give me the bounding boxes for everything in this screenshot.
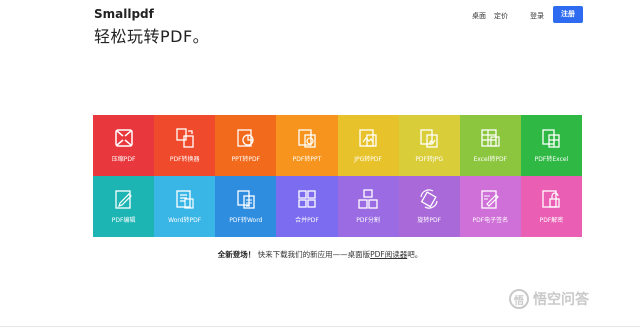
compress-icon — [114, 129, 133, 147]
sign-icon — [481, 190, 500, 209]
tool-label: Word转PDF — [168, 217, 202, 224]
pdf-word-icon — [237, 190, 255, 209]
convert-icon — [176, 128, 194, 148]
tool-tile[interactable]: Excel转PDF — [459, 115, 521, 176]
pdf-jpg-icon — [420, 129, 438, 148]
tool-label: JPG转PDF — [354, 156, 382, 163]
footer-divider — [0, 326, 640, 327]
tool-label: PDF转Excel — [534, 156, 569, 163]
tool-tile[interactable]: PDF转Word — [215, 176, 277, 237]
promo-bold: 全新登场！ — [217, 250, 256, 259]
tool-tile[interactable]: PDF转PPT — [276, 115, 338, 176]
tool-tile[interactable]: PDF分割 — [337, 176, 399, 237]
tool-tile[interactable]: PPT转PDF — [215, 115, 277, 176]
tool-label: PDF电子签名 — [472, 217, 509, 224]
watermark-text: 悟空问答 — [533, 292, 589, 308]
tool-label: PDF转Word — [229, 217, 263, 224]
tool-grid: 压缩PDF PDF转换器 PPT转PDF PDF转PPT JPG转PDF PDF转JPG E… — [93, 115, 582, 237]
tool-label: PPT转PDF — [231, 156, 261, 163]
tool-label: 合并PDF — [295, 217, 319, 224]
pdf-excel-icon — [542, 129, 561, 148]
pdf-ppt-icon — [298, 129, 316, 148]
tool-tile[interactable]: PDF电子签名 — [459, 176, 521, 237]
tool-label: 旋转PDF — [417, 217, 442, 224]
signup-button[interactable]: 注册 — [553, 6, 583, 23]
promo-banner: 全新登场！ 快来下载我们的新应用——桌面版PDF阅读器吧。 — [0, 249, 640, 260]
top-bar: Smallpdf 轻松玩转PDF。 桌面 定价 登录 注册 — [0, 0, 640, 50]
nav-pricing[interactable]: 定价 — [494, 11, 508, 21]
tool-label: Excel转PDF — [473, 156, 508, 163]
word-icon — [176, 190, 194, 209]
jpg-icon — [359, 129, 377, 147]
rotate-icon — [420, 189, 438, 209]
watermark: 悟 悟空问答 — [509, 289, 589, 309]
excel-icon — [481, 129, 500, 147]
tool-label: PDF转PPT — [292, 156, 322, 163]
tool-label: PDF转换器 — [169, 156, 200, 163]
tool-label: 压缩PDF — [111, 156, 136, 163]
promo-link[interactable]: PDF阅读器 — [370, 250, 407, 259]
page-tagline: 轻松玩转PDF。 — [94, 27, 210, 46]
tool-tile[interactable]: PDF转JPG — [398, 115, 460, 176]
tool-tile[interactable]: JPG转PDF — [337, 115, 399, 176]
tool-label: PDF分割 — [356, 217, 380, 224]
unlock-icon — [542, 190, 561, 208]
tool-label: PDF解密 — [539, 217, 564, 224]
tool-tile[interactable]: 压缩PDF — [93, 115, 155, 176]
tool-tile[interactable]: PDF解密 — [520, 176, 582, 237]
logo[interactable]: Smallpdf — [94, 7, 154, 21]
tool-tile[interactable]: 合并PDF — [276, 176, 338, 237]
promo-suffix: 吧。 — [407, 250, 423, 259]
split-icon — [358, 189, 378, 209]
promo-text: 快来下载我们的新应用——桌面版 — [257, 250, 371, 259]
edit-icon — [114, 190, 132, 209]
ppt-icon — [237, 129, 254, 147]
watermark-logo-icon: 悟 — [509, 289, 529, 309]
tool-tile[interactable]: PDF转换器 — [154, 115, 216, 176]
tool-tile[interactable]: 旋转PDF — [398, 176, 460, 237]
nav-desktop[interactable]: 桌面 — [472, 11, 486, 21]
tool-label: PDF转JPG — [415, 156, 444, 163]
nav-login[interactable]: 登录 — [530, 11, 544, 21]
tool-label: PDF编辑 — [111, 217, 136, 224]
tool-tile[interactable]: PDF编辑 — [93, 176, 155, 237]
merge-icon — [298, 190, 316, 208]
tool-tile[interactable]: PDF转Excel — [520, 115, 582, 176]
tool-tile[interactable]: Word转PDF — [154, 176, 216, 237]
